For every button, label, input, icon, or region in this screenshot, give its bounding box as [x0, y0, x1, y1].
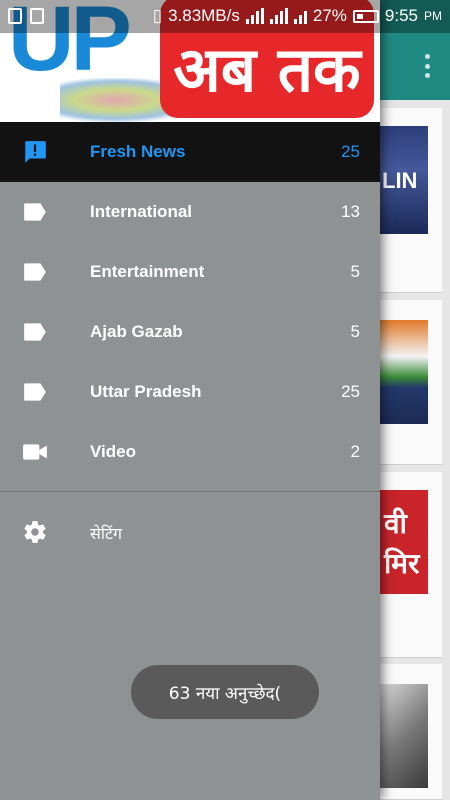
menu-item-label: Ajab Gazab — [90, 322, 183, 341]
menu-item-label: Video — [90, 442, 136, 461]
drawer-menu: Fresh News 25 International 13 Entertain… — [0, 122, 380, 482]
menu-item-label: Fresh News — [90, 142, 186, 161]
news-thumbnail: वी मिर — [380, 490, 428, 594]
lock-icon — [30, 8, 44, 24]
menu-item-uttar-pradesh[interactable]: Uttar Pradesh 25 — [0, 362, 380, 422]
clock-time: 9:55 — [384, 6, 418, 25]
menu-item-count: 5 — [350, 322, 360, 341]
clock-ampm: PM — [424, 9, 442, 23]
battery-icon — [352, 9, 379, 23]
video-camera-icon — [23, 444, 47, 460]
message-alert-icon — [25, 141, 46, 163]
toast-message: 63 नया अनुच्छेद( — [131, 665, 319, 719]
logo-hindi-text: अब तक — [173, 33, 361, 106]
menu-item-count: 5 — [350, 262, 360, 281]
menu-item-count: 25 — [341, 142, 360, 161]
label-tag-icon — [24, 203, 46, 221]
news-thumbnail: LIN — [380, 126, 428, 234]
news-card[interactable] — [380, 300, 442, 465]
menu-item-entertainment[interactable]: Entertainment 5 — [0, 242, 380, 302]
label-tag-icon — [24, 323, 46, 341]
label-tag-icon — [24, 383, 46, 401]
battery-percent: 27% — [312, 6, 347, 25]
menu-item-label: International — [90, 202, 193, 221]
menu-item-video[interactable]: Video 2 — [0, 422, 380, 482]
menu-item-count: 13 — [341, 202, 360, 221]
menu-item-label: सेटिंग — [90, 524, 123, 543]
thumbnail-text: वी मिर — [384, 507, 420, 580]
menu-item-settings[interactable]: सेटिंग — [0, 502, 380, 562]
news-card[interactable] — [380, 664, 442, 800]
status-bar: ▯ 3.83MB/s 27% 9:55 PM — [0, 0, 450, 33]
overflow-menu-icon[interactable] — [424, 54, 430, 78]
usb-icon — [8, 8, 22, 24]
menu-item-label: Uttar Pradesh — [90, 382, 202, 401]
thumbnail-text: LIN — [382, 168, 418, 193]
news-thumbnail — [380, 684, 428, 788]
network-speed: 3.83MB/s — [168, 6, 240, 25]
drawer-divider — [0, 491, 380, 492]
label-tag-icon — [24, 263, 46, 281]
news-card[interactable]: LIN — [380, 108, 442, 293]
menu-item-fresh-news[interactable]: Fresh News 25 — [0, 122, 380, 182]
menu-item-count: 25 — [341, 382, 360, 401]
gear-icon — [24, 521, 46, 543]
vibrate-icon: ▯ — [152, 6, 163, 25]
menu-item-label: Entertainment — [90, 262, 205, 281]
menu-item-ajab-gazab[interactable]: Ajab Gazab 5 — [0, 302, 380, 362]
news-card[interactable]: वी मिर — [380, 472, 442, 658]
signal-icon — [245, 8, 264, 24]
news-thumbnail — [380, 320, 428, 424]
wifi-icon — [293, 8, 307, 24]
menu-item-international[interactable]: International 13 — [0, 182, 380, 242]
signal-icon — [269, 8, 288, 24]
menu-item-count: 2 — [350, 442, 360, 461]
